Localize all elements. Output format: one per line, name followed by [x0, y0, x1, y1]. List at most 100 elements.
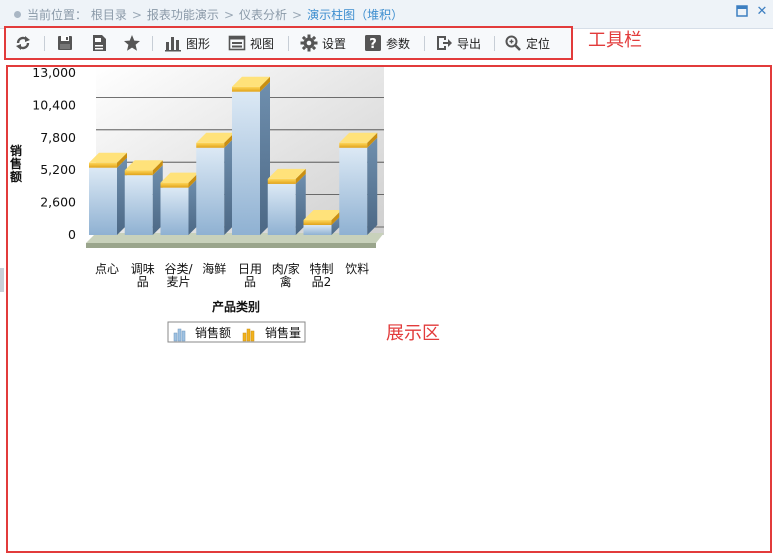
window-restore-icon[interactable] [735, 5, 749, 19]
bar-chart: 13,00010,4007,8005,2002,6000销售额点心 调味品谷类/麦… [10, 67, 384, 343]
x-tick-label: 特制 [309, 261, 333, 276]
settings-button[interactable]: 设置 [300, 32, 346, 54]
bar-sales-amount [232, 91, 260, 235]
view-icon [228, 34, 246, 52]
toolbar: 图形 视图 设置 ? 参数 导出 定位 [4, 26, 573, 60]
breadcrumb-separator: > [223, 8, 234, 22]
legend-swatch-sales-amount [173, 332, 178, 342]
breadcrumb-separator: > [131, 8, 142, 22]
legend-swatch-sales-quantity [250, 330, 255, 342]
legend-label: 销售额 [195, 325, 231, 340]
bar-chart-icon [164, 34, 182, 52]
save-button[interactable] [56, 32, 74, 54]
save-as-button[interactable] [90, 32, 108, 54]
y-axis-label: 额 [10, 169, 22, 184]
locate-button-label: 定位 [526, 36, 551, 51]
x-tick-label: 麦片 [166, 275, 190, 289]
document-icon [90, 34, 108, 52]
gear-icon [300, 34, 318, 52]
y-tick-label: 5,200 [40, 162, 76, 177]
view-button-label: 视图 [250, 36, 275, 51]
toolbar-divider [152, 36, 153, 51]
svg-text:?: ? [369, 37, 377, 52]
x-axis-label: 产品类别 [212, 299, 260, 314]
breadcrumb-item-report-demo[interactable]: 报表功能演示 [147, 8, 219, 22]
close-icon[interactable]: ✕ [755, 5, 769, 19]
bar-sales-amount [196, 147, 225, 235]
view-button[interactable]: 视图 [228, 32, 274, 54]
breadcrumb-item-dashboard[interactable]: 仪表分析 [239, 8, 287, 22]
x-tick-label: 品2 [312, 275, 332, 289]
toolbar-divider [44, 36, 45, 51]
bar-sales-quantity [196, 142, 225, 148]
toolbar-annotation: 工具栏 [588, 30, 642, 51]
breadcrumb-separator: > [292, 8, 303, 22]
export-icon [435, 34, 453, 52]
bar-sales-amount [303, 225, 332, 235]
settings-button-label: 设置 [322, 36, 347, 51]
bar-sales-amount [339, 147, 368, 235]
refresh-icon [14, 34, 32, 52]
y-tick-label: 0 [68, 227, 76, 242]
x-tick-label: 日用 [238, 262, 262, 276]
breadcrumb-current: 演示柱图（堆积） [307, 8, 404, 22]
bar-sales-amount [160, 187, 189, 235]
bar-sales-quantity [303, 220, 332, 226]
legend-label: 销售量 [265, 325, 301, 340]
x-tick-label: 饮料 [345, 262, 369, 276]
bar-sales-quantity [89, 162, 117, 168]
breadcrumb-bar: 当前位置： 根目录 > 报表功能演示 > 仪表分析 > 演示柱图（堆积） ✕ [0, 0, 773, 29]
x-tick-label: 品 [244, 275, 256, 289]
y-tick-label: 2,600 [40, 195, 76, 210]
y-tick-label: 13,000 [32, 67, 76, 80]
legend-swatch-sales-amount [177, 328, 182, 342]
bar-sales-quantity [160, 182, 189, 188]
bar-sales-amount [124, 175, 153, 235]
bar-sales-amount [267, 183, 296, 235]
bar-side [367, 137, 378, 235]
bar-sales-quantity [267, 178, 296, 184]
chart-button-label: 图形 [186, 36, 211, 51]
star-icon [123, 34, 141, 52]
bar-sales-quantity [232, 86, 260, 92]
x-tick-label: 肉/家 [272, 261, 300, 276]
export-button-label: 导出 [457, 36, 482, 51]
display-annotation: 展示区 [386, 323, 440, 344]
bullet-icon [14, 11, 21, 18]
x-tick-label: 海鲜 [202, 261, 226, 276]
toolbar-divider [288, 36, 289, 51]
y-tick-label: 10,400 [32, 97, 76, 112]
params-button[interactable]: ? 参数 [364, 32, 410, 54]
breadcrumb-prefix: 当前位置： [27, 8, 88, 22]
x-tick-label: 谷类/ [164, 262, 193, 276]
refresh-button[interactable] [14, 32, 32, 54]
params-button-label: 参数 [386, 36, 411, 51]
breadcrumb: 当前位置： 根目录 > 报表功能演示 > 仪表分析 > 演示柱图（堆积） [14, 6, 403, 23]
x-tick-label: 禽 [280, 274, 292, 289]
question-icon: ? [364, 34, 382, 52]
toolbar-divider [494, 36, 495, 51]
favorite-button[interactable] [123, 32, 141, 54]
bar-sales-amount [89, 167, 117, 235]
breadcrumb-item-root[interactable]: 根目录 [91, 8, 127, 22]
x-tick-label: 品 [137, 275, 149, 289]
side-collapse-handle[interactable] [0, 268, 4, 292]
y-axis-label: 售 [10, 156, 22, 171]
bar-sales-quantity [339, 142, 368, 148]
legend-swatch-sales-quantity [246, 328, 251, 342]
y-tick-label: 7,800 [40, 130, 76, 145]
locate-button[interactable]: 定位 [504, 32, 550, 54]
toolbar-divider [424, 36, 425, 51]
x-tick-label: 点心 [95, 262, 119, 276]
bar-sales-quantity [124, 170, 153, 176]
export-button[interactable]: 导出 [435, 32, 481, 54]
save-icon [56, 34, 74, 52]
legend-swatch-sales-quantity [242, 332, 247, 342]
y-axis-label: 销 [10, 143, 22, 158]
legend-swatch-sales-amount [181, 330, 186, 342]
chart-button[interactable]: 图形 [164, 32, 210, 54]
search-icon [504, 34, 522, 52]
display-area: 13,000 10,400 7,800 5,200 2,600 0 销售额点心 调味品谷类/麦… [6, 65, 772, 553]
chart-floor-edge [86, 243, 376, 248]
x-tick-label: 调味 [131, 262, 155, 276]
